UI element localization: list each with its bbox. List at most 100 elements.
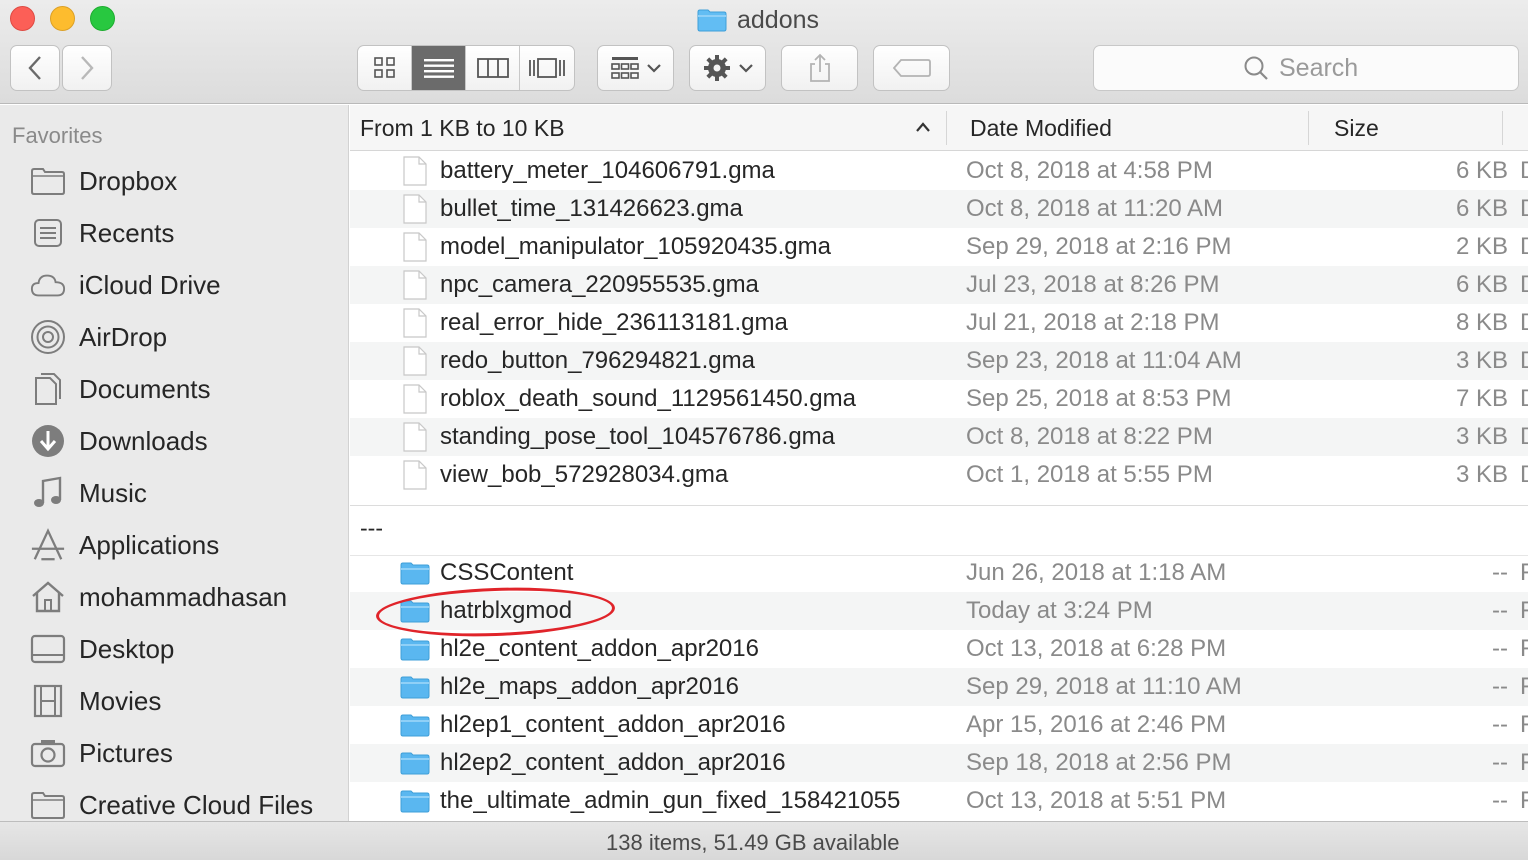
file-row[interactable]: battery_meter_104606791.gma Oct 8, 2018 …	[350, 152, 1528, 190]
file-list: From 1 KB to 10 KB Date Modified Size ba…	[350, 105, 1528, 821]
sidebar-item-airdrop[interactable]: AirDrop	[0, 311, 348, 363]
document-icon	[403, 270, 427, 300]
file-kind: D	[1520, 152, 1528, 190]
file-row[interactable]: view_bob_572928034.gma Oct 1, 2018 at 5:…	[350, 456, 1528, 494]
file-size: 7 KB	[1455, 385, 1508, 412]
file-row[interactable]: npc_camera_220955535.gma Jul 23, 2018 at…	[350, 266, 1528, 304]
folder-kind: F	[1520, 635, 1528, 662]
back-button[interactable]	[10, 45, 60, 91]
sidebar-item-icloud-drive[interactable]: iCloud Drive	[0, 259, 348, 311]
file-name: redo_button_796294821.gma	[440, 347, 755, 374]
icon-view-button[interactable]	[358, 46, 412, 90]
sidebar-item-applications[interactable]: Applications	[0, 519, 348, 571]
folder-kind: F	[1520, 711, 1528, 738]
file-size: 3 KB	[1455, 461, 1508, 488]
file-date-modified: Oct 8, 2018 at 8:22 PM	[966, 423, 1213, 450]
desktop-icon	[30, 632, 66, 666]
close-window-button[interactable]	[10, 6, 35, 31]
column-divider[interactable]	[1502, 111, 1503, 145]
column-header-date-modified[interactable]: Date Modified	[970, 105, 1300, 151]
list-view-button[interactable]	[412, 46, 466, 90]
sidebar-item-movies[interactable]: Movies	[0, 675, 348, 727]
file-date-modified: Oct 8, 2018 at 11:20 AM	[966, 195, 1224, 222]
file-name: standing_pose_tool_104576786.gma	[440, 423, 836, 450]
sidebar-heading-favorites: Favorites	[12, 123, 103, 148]
cover-flow-button[interactable]	[520, 46, 574, 90]
group-by-button[interactable]	[597, 45, 674, 91]
sidebar-item-documents[interactable]: Documents	[0, 363, 348, 415]
search-field[interactable]	[1093, 45, 1519, 91]
file-row[interactable]: real_error_hide_236113181.gma Jul 21, 20…	[350, 304, 1528, 342]
folder-row[interactable]: hl2e_content_addon_apr2016 Oct 13, 2018 …	[350, 630, 1528, 668]
folder-date-modified: Today at 3:24 PM	[966, 597, 1153, 624]
icon-view-icon	[373, 57, 395, 78]
sidebar-item-creative-cloud-files[interactable]: Creative Cloud Files	[0, 779, 348, 821]
list-view-icon	[423, 59, 454, 78]
column-view-button[interactable]	[466, 46, 520, 90]
folder-date-modified: Oct 13, 2018 at 6:28 PM	[966, 635, 1227, 662]
sidebar-item-label: iCloud Drive	[79, 269, 221, 300]
file-date-modified: Jul 23, 2018 at 8:26 PM	[966, 271, 1220, 298]
chevron-down-icon	[646, 64, 661, 73]
minimize-window-button[interactable]	[50, 6, 75, 31]
window-title: addons	[697, 4, 819, 36]
column-header-name[interactable]: From 1 KB to 10 KB	[360, 105, 930, 151]
file-row[interactable]: roblox_death_sound_1129561450.gma Sep 25…	[350, 380, 1528, 418]
action-menu-button[interactable]	[689, 45, 766, 91]
forward-button[interactable]	[62, 45, 112, 91]
file-row[interactable]: standing_pose_tool_104576786.gma Oct 8, …	[350, 418, 1528, 456]
recents-icon	[30, 216, 66, 250]
file-kind: D	[1520, 304, 1528, 342]
folder-icon	[400, 790, 430, 813]
document-icon	[403, 460, 427, 490]
folder-row[interactable]: hatrblxgmod Today at 3:24 PM -- F	[350, 592, 1528, 630]
applications-icon	[30, 528, 66, 562]
folder-row[interactable]: hl2ep2_content_addon_apr2016 Sep 18, 201…	[350, 744, 1528, 782]
file-date-modified: Sep 25, 2018 at 8:53 PM	[966, 385, 1232, 412]
file-size: 2 KB	[1455, 233, 1508, 260]
folder-row[interactable]: hl2ep1_content_addon_apr2016 Apr 15, 201…	[350, 706, 1528, 744]
tag-icon	[892, 59, 931, 77]
file-name: view_bob_572928034.gma	[440, 461, 729, 488]
column-view-icon	[476, 58, 509, 78]
folder-row[interactable]: CSSContent Jun 26, 2018 at 1:18 AM -- F	[350, 554, 1528, 592]
sidebar-item-desktop[interactable]: Desktop	[0, 623, 348, 675]
folder-row[interactable]: the_ultimate_admin_gun_fixed_158421055 O…	[350, 782, 1528, 820]
column-divider[interactable]	[946, 111, 947, 145]
folder-row[interactable]: hl2e_maps_addon_apr2016 Sep 29, 2018 at …	[350, 668, 1528, 706]
file-date-modified: Sep 29, 2018 at 2:16 PM	[966, 233, 1232, 260]
sidebar-item-downloads[interactable]: Downloads	[0, 415, 348, 467]
column-header-date-label: Date Modified	[970, 114, 1112, 141]
sidebar-item-recents[interactable]: Recents	[0, 207, 348, 259]
window-toolbar: addons	[0, 0, 1528, 104]
file-kind: D	[1520, 266, 1528, 304]
tags-button[interactable]	[873, 45, 950, 91]
sidebar-item-label: Music	[79, 477, 147, 508]
document-icon	[403, 384, 427, 414]
column-divider[interactable]	[1308, 111, 1309, 145]
zoom-window-button[interactable]	[90, 6, 115, 31]
document-icon	[403, 346, 427, 376]
sidebar-item-dropbox[interactable]: Dropbox	[0, 155, 348, 207]
sidebar-item-music[interactable]: Music	[0, 467, 348, 519]
search-icon	[1244, 56, 1268, 80]
column-header-size[interactable]: Size	[1334, 105, 1494, 151]
folder-kind: F	[1520, 673, 1528, 700]
document-icon	[403, 194, 427, 224]
file-kind: D	[1520, 456, 1528, 494]
chevron-right-icon	[81, 56, 94, 80]
file-row[interactable]: model_manipulator_105920435.gma Sep 29, …	[350, 228, 1528, 266]
sidebar-item-home[interactable]: mohammadhasan	[0, 571, 348, 623]
file-size: 6 KB	[1455, 195, 1508, 222]
file-row[interactable]: redo_button_796294821.gma Sep 23, 2018 a…	[350, 342, 1528, 380]
sidebar-item-pictures[interactable]: Pictures	[0, 727, 348, 779]
folder-icon	[30, 788, 66, 821]
share-button[interactable]	[781, 45, 858, 91]
folder-size: --	[1492, 673, 1508, 700]
file-name: npc_camera_220955535.gma	[440, 271, 759, 298]
folder-kind: F	[1520, 787, 1528, 814]
music-icon	[30, 476, 66, 510]
folder-icon	[400, 600, 430, 623]
search-input[interactable]	[1279, 53, 1369, 83]
file-row[interactable]: bullet_time_131426623.gma Oct 8, 2018 at…	[350, 190, 1528, 228]
